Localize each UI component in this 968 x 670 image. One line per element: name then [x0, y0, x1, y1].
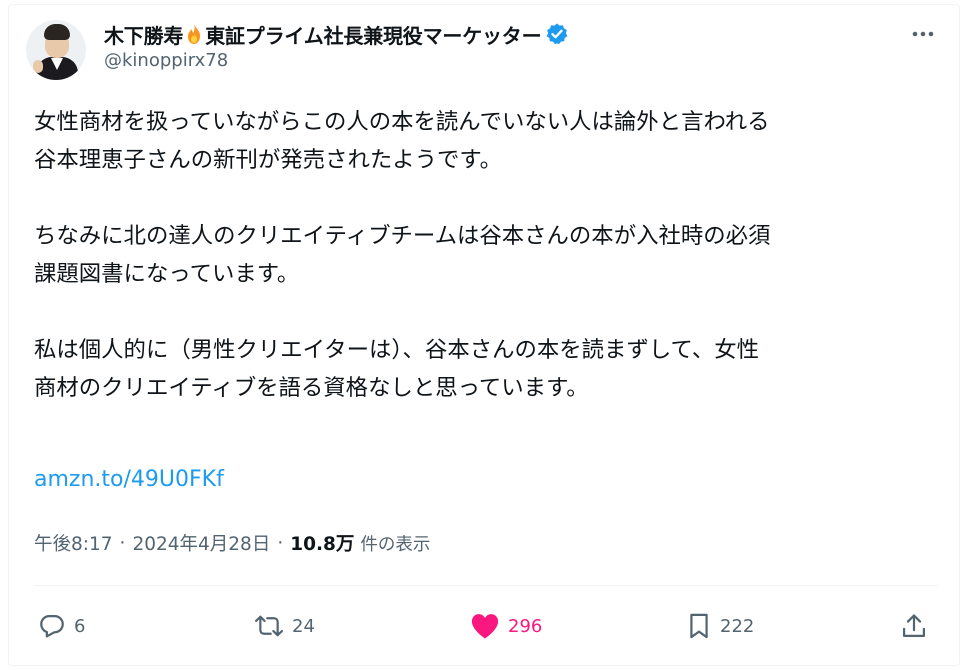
bookmark-icon: [690, 613, 708, 639]
meta-separator: ·: [277, 532, 284, 554]
heart-icon: [471, 614, 499, 639]
views-count[interactable]: 10.8万: [290, 530, 354, 556]
like-button[interactable]: 296: [470, 606, 542, 646]
display-name-part2[interactable]: 東証プライム社長兼現役マーケッター: [205, 20, 541, 49]
divider: [34, 585, 938, 586]
tweet-time[interactable]: 午後8:17: [34, 530, 113, 556]
tweet-date[interactable]: 2024年4月28日: [132, 530, 270, 556]
meta-separator: ·: [119, 532, 126, 554]
fire-icon: [185, 23, 203, 45]
tweet-meta: 午後8:17 · 2024年4月28日 · 10.8万 件の表示: [34, 528, 430, 558]
verified-badge-icon: [545, 22, 569, 46]
bookmark-count: 222: [720, 615, 755, 637]
tweet-body: 女性商材を扱っていながらこの人の本を読んでいない人は論外と言われる 谷本理恵子さ…: [34, 109, 771, 401]
more-options-button[interactable]: [910, 24, 936, 44]
avatar-hand: [33, 60, 43, 73]
bookmark-button[interactable]: 222: [686, 606, 754, 646]
avatar-hair: [44, 24, 70, 40]
author-handle[interactable]: @kinoppirx78: [104, 50, 228, 71]
retweet-count: 24: [292, 615, 315, 637]
tweet-link[interactable]: amzn.to/49U0FKf: [34, 462, 224, 498]
reply-button[interactable]: 6: [38, 606, 85, 646]
reply-icon: [40, 614, 64, 638]
action-bar: 6 24 296 222: [34, 606, 938, 646]
retweet-icon: [254, 615, 284, 637]
like-count: 296: [508, 615, 543, 637]
display-name-part1[interactable]: 木下勝寿: [104, 20, 183, 49]
tweet-header: 木下勝寿 東証プライム社長兼現役マーケッター @kinoppirx78: [26, 12, 938, 88]
retweet-button[interactable]: 24: [254, 606, 315, 646]
reply-count: 6: [74, 615, 86, 637]
avatar[interactable]: [26, 20, 86, 80]
more-icon: [912, 31, 934, 37]
share-icon: [902, 614, 926, 638]
views-label[interactable]: 件の表示: [360, 531, 430, 556]
author-name-row[interactable]: 木下勝寿 東証プライム社長兼現役マーケッター: [104, 20, 569, 49]
share-button[interactable]: [900, 606, 928, 646]
